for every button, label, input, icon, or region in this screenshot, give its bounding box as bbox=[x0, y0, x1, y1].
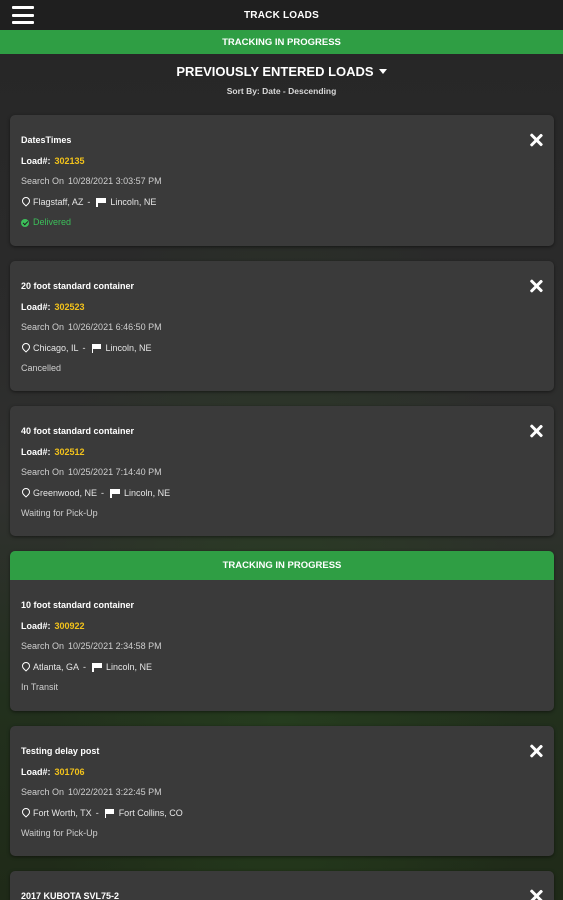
load-description: DatesTimes bbox=[21, 135, 72, 145]
search-datetime: 10/26/2021 6:46:50 PM bbox=[68, 322, 162, 332]
search-date-row: Search On 10/25/2021 2:34:58 PM bbox=[21, 641, 543, 652]
load-label: Load#: bbox=[21, 301, 51, 312]
route-row: Flagstaff, AZ - Lincoln, NE bbox=[21, 197, 543, 208]
load-label: Load#: bbox=[21, 446, 51, 457]
search-date-row: Search On 10/26/2021 6:46:50 PM bbox=[21, 322, 543, 333]
load-number[interactable]: 302523 bbox=[55, 302, 85, 312]
search-datetime: 10/28/2021 3:03:57 PM bbox=[68, 176, 162, 186]
flag-icon bbox=[92, 662, 102, 672]
map-pin-icon bbox=[21, 488, 29, 498]
map-pin-icon bbox=[21, 197, 29, 207]
tracking-in-progress-banner: TRACKING IN PROGRESS bbox=[10, 551, 554, 580]
load-number-row: Load#: 302512 bbox=[21, 447, 543, 458]
status-label: Delivered bbox=[33, 217, 72, 227]
flag-icon bbox=[104, 808, 115, 818]
close-icon[interactable] bbox=[529, 424, 543, 438]
flag-icon bbox=[96, 197, 106, 207]
load-number[interactable]: 302135 bbox=[55, 156, 85, 166]
load-status: Waiting for Pick-Up bbox=[21, 828, 98, 838]
top-app-bar: TRACK LOADS bbox=[0, 0, 563, 30]
destination: Lincoln, NE bbox=[105, 342, 152, 353]
destination: Lincoln, NE bbox=[110, 196, 157, 207]
load-number[interactable]: 302512 bbox=[55, 447, 85, 457]
load-status: Delivered bbox=[21, 217, 543, 228]
origin: Flagstaff, AZ bbox=[33, 196, 84, 207]
map-pin-icon bbox=[21, 808, 29, 818]
origin: Fort Worth, TX bbox=[33, 807, 92, 818]
load-description: 40 foot standard container bbox=[21, 426, 135, 436]
close-icon[interactable] bbox=[529, 133, 543, 147]
origin: Atlanta, GA bbox=[33, 661, 80, 672]
search-date-row: Search On 10/22/2021 3:22:45 PM bbox=[21, 787, 543, 798]
origin: Chicago, IL bbox=[33, 342, 79, 353]
load-description: Testing delay post bbox=[21, 746, 100, 756]
search-datetime: 10/25/2021 7:14:40 PM bbox=[68, 467, 162, 477]
route-separator: - bbox=[95, 807, 99, 818]
load-description: 2017 KUBOTA SVL75-2 bbox=[21, 891, 120, 900]
loads-filter-dropdown[interactable]: PREVIOUSLY ENTERED LOADS bbox=[176, 64, 387, 79]
search-datetime: 10/22/2021 3:22:45 PM bbox=[68, 787, 162, 797]
section-header: PREVIOUSLY ENTERED LOADS Sort By: Date -… bbox=[0, 58, 563, 96]
search-label: Search On bbox=[21, 787, 65, 797]
route-row: Greenwood, NE - Lincoln, NE bbox=[21, 488, 543, 499]
load-number-row: Load#: 302523 bbox=[21, 302, 543, 313]
page-title: TRACK LOADS bbox=[244, 9, 319, 21]
load-card[interactable]: DatesTimes Load#: 302135 Search On 10/28/2… bbox=[10, 115, 554, 246]
search-label: Search On bbox=[21, 322, 65, 332]
load-number[interactable]: 301706 bbox=[55, 767, 85, 777]
search-datetime: 10/25/2021 2:34:58 PM bbox=[68, 641, 162, 651]
load-description: 20 foot standard container bbox=[21, 281, 135, 291]
destination: Lincoln, NE bbox=[106, 661, 153, 672]
route-separator: - bbox=[82, 342, 86, 353]
load-card[interactable]: 2017 KUBOTA SVL75-2 bbox=[10, 871, 554, 900]
map-pin-icon bbox=[21, 343, 29, 353]
load-label: Load#: bbox=[21, 620, 51, 631]
load-label: Load#: bbox=[21, 766, 51, 777]
destination: Fort Collins, CO bbox=[118, 807, 183, 818]
route-row: Atlanta, GA - Lincoln, NE bbox=[21, 662, 543, 673]
close-icon[interactable] bbox=[529, 889, 543, 900]
close-icon[interactable] bbox=[529, 279, 543, 293]
route-separator: - bbox=[83, 661, 87, 672]
search-date-row: Search On 10/25/2021 7:14:40 PM bbox=[21, 467, 543, 478]
load-card[interactable]: 20 foot standard container Load#: 302523 … bbox=[10, 261, 554, 391]
search-label: Search On bbox=[21, 176, 65, 186]
route-separator: - bbox=[101, 487, 105, 498]
load-number-row: Load#: 302135 bbox=[21, 156, 543, 167]
load-card[interactable]: 40 foot standard container Load#: 302512 … bbox=[10, 406, 554, 536]
load-number-row: Load#: 301706 bbox=[21, 767, 543, 778]
load-label: Load#: bbox=[21, 155, 51, 166]
load-card-tracking[interactable]: TRACKING IN PROGRESS 10 foot standard co… bbox=[10, 551, 554, 711]
load-card[interactable]: Testing delay post Load#: 301706 Search O… bbox=[10, 726, 554, 856]
check-circle-icon bbox=[21, 218, 29, 227]
search-label: Search On bbox=[21, 467, 65, 477]
tracking-in-progress-banner: TRACKING IN PROGRESS bbox=[0, 30, 563, 54]
load-status: Waiting for Pick-Up bbox=[21, 508, 98, 518]
hamburger-menu-icon[interactable] bbox=[12, 6, 34, 24]
close-icon[interactable] bbox=[529, 744, 543, 758]
section-title-label: PREVIOUSLY ENTERED LOADS bbox=[176, 64, 374, 79]
search-date-row: Search On 10/28/2021 3:03:57 PM bbox=[21, 176, 543, 187]
origin: Greenwood, NE bbox=[33, 487, 98, 498]
load-status: In Transit bbox=[21, 682, 59, 692]
load-description: 10 foot standard container bbox=[21, 600, 135, 610]
caret-down-icon bbox=[378, 69, 387, 74]
sort-label: Sort By: Date - Descending bbox=[226, 86, 337, 96]
route-row: Fort Worth, TX - Fort Collins, CO bbox=[21, 808, 543, 819]
search-label: Search On bbox=[21, 641, 65, 651]
destination: Lincoln, NE bbox=[124, 487, 171, 498]
route-separator: - bbox=[87, 196, 91, 207]
flag-icon bbox=[110, 488, 120, 498]
route-row: Chicago, IL - Lincoln, NE bbox=[21, 343, 543, 354]
load-status: Cancelled bbox=[21, 363, 62, 373]
load-number-row: Load#: 300922 bbox=[21, 621, 543, 632]
flag-icon bbox=[91, 343, 102, 353]
load-number[interactable]: 300922 bbox=[55, 621, 85, 631]
map-pin-icon bbox=[21, 662, 29, 672]
